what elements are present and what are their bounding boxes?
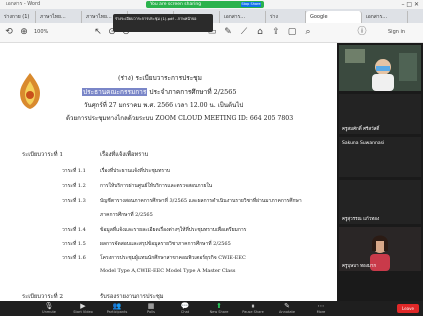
participant-name: ครูบุษบา ทองมาก — [342, 264, 377, 269]
agenda-text: ข้อมูลที่แจ้งและรายละเอียดเรื่องต่างๆให้… — [100, 227, 247, 233]
annotate-icon: ✎ — [284, 302, 290, 310]
participant-video-icon — [339, 45, 421, 91]
search-icon[interactable]: ⌕ — [302, 26, 314, 39]
stamp-icon[interactable]: ⌂ — [254, 26, 266, 39]
leave-button[interactable]: Leave — [397, 304, 419, 313]
poll-icon: ▦ — [147, 302, 155, 310]
window-title: เอกสาร - Word — [6, 1, 41, 7]
participant-name: Sakuna Suwannasi — [342, 141, 385, 146]
tab-8-active[interactable]: Google — [306, 11, 362, 23]
tab-1[interactable]: ร่างกาย (1) — [0, 11, 36, 23]
video-icon: ▶ — [80, 302, 86, 310]
help-icon[interactable]: ⓘ — [356, 26, 368, 39]
zoom-level[interactable]: 100% — [34, 27, 48, 38]
pen-icon[interactable]: ✎ — [222, 26, 234, 39]
participants-button[interactable]: 👥 Participants — [106, 302, 128, 315]
share-banner-text: You are screen sharing — [150, 2, 202, 7]
agenda-text: การให้บริการผ่านศูนย์ให้บริการและตรวจสอบ… — [100, 183, 213, 189]
file-tooltip: ร่างระเบียบวาระการประชุม (1).pdf - ภาพหน… — [113, 14, 213, 32]
polls-button[interactable]: ▦ Polls — [140, 302, 162, 315]
forward-icon[interactable]: ⊕ — [18, 26, 30, 39]
doc-date-line: วันศุกร์ที่ 27 มกราคม พ.ศ. 2566 เวลา 12.… — [84, 102, 244, 109]
pause-icon: ⏸ — [251, 302, 255, 310]
agenda-text: ผลการจัดสอบและสรุปข้อมูลรายวิชาภาคการศึก… — [100, 241, 231, 247]
agenda-label: วาระที่ 1.4 — [62, 227, 86, 233]
zoom-participant-panel: ครูสมศักดิ์ ศรีสวัสดิ์ Sakuna Suwannasi … — [337, 43, 423, 301]
agenda-label: วาระที่ 1.5 — [62, 241, 86, 247]
pdf-document[interactable]: (ร่าง) ระเบียบวาระการประชุม ประธานคณะกรร… — [0, 43, 337, 301]
new-share-button[interactable]: ⬆ New Share — [208, 302, 230, 315]
more-icon: ⋯ — [317, 302, 325, 310]
stop-share-button[interactable]: Stop Share — [241, 2, 261, 7]
pause-share-button[interactable]: ⏸ Pause Share — [242, 302, 264, 315]
agenda-text: รับรองรายงานการประชุม — [100, 294, 164, 300]
agenda-label: ระเบียบวาระที่ 1 — [22, 152, 64, 158]
participant-tile-self[interactable] — [339, 45, 421, 91]
signin-link[interactable]: Sign in — [388, 27, 405, 38]
participant-tile[interactable]: ครูสมศักดิ์ ศรีสวัสดิ์ — [339, 94, 421, 134]
agenda-label: ระเบียบวาระที่ 2 — [22, 294, 64, 300]
agenda-text: บัญชีตารางสอนภาคการศึกษาที่ 3/2565 และผล… — [100, 198, 302, 204]
tab-6[interactable]: เอกสาร... — [220, 11, 266, 23]
screen-share-banner: You are screen sharing Stop Share — [146, 1, 264, 8]
share-icon[interactable]: ⇪ — [270, 26, 282, 39]
tab-2[interactable]: ภาษาไทย... — [36, 11, 82, 23]
doc-zoom-line: ด้วยการประชุมทางไกลด้วยระบบ ZOOM CLOUD M… — [66, 115, 294, 122]
share-screen-icon: ⬆ — [216, 302, 222, 310]
chat-button[interactable]: 💬 Chat — [174, 302, 196, 315]
agenda-label: วาระที่ 1.6 — [62, 255, 86, 261]
selected-text-highlight: ประธานคณะกรรมการ — [82, 88, 148, 96]
participant-tile[interactable]: ครูบุษบา ทองมาก — [339, 227, 421, 271]
doc-heading: (ร่าง) ระเบียบวาระการประชุม — [118, 74, 202, 82]
more-button[interactable]: ⋯ More — [310, 302, 332, 315]
agenda-text: เรื่องที่แจ้งเพื่อทราบ — [100, 152, 149, 158]
participant-tile[interactable]: Sakuna Suwannasi — [339, 137, 421, 177]
title-bar: เอกสาร - Word You are screen sharing Sto… — [0, 0, 423, 9]
window-controls[interactable]: – □ ✕ — [401, 0, 419, 9]
tab-7[interactable]: ร่าง — [266, 11, 306, 23]
agenda-text: โครงการประชุมผู้แทนนักศึกษาสาขาคอมพิวเตอ… — [100, 255, 246, 261]
agenda-label: วาระที่ 1.3 — [62, 198, 86, 204]
unmute-button[interactable]: 🎙 Unmute — [38, 302, 60, 315]
university-logo-icon — [20, 73, 40, 109]
back-icon[interactable]: ⟲ — [3, 26, 15, 39]
agenda-label: วาระที่ 1.2 — [62, 183, 86, 189]
doc-title-line: ประธานคณะกรรมการ ประจำภาคการศึกษาที่ 2/2… — [82, 87, 237, 97]
participant-tile[interactable]: ครูสุวรรณ แก้วทอง — [339, 180, 421, 224]
participant-name: ครูสมศักดิ์ ศรีสวัสดิ์ — [342, 127, 380, 132]
agenda-text: เรื่องที่ประธานแจ้งที่ประชุมทราบ — [100, 168, 171, 174]
cursor-icon[interactable]: ↖ — [92, 26, 104, 39]
agenda-text: ภาคการศึกษาที่ 2/2565 — [100, 212, 153, 218]
copy-icon[interactable]: ▢ — [286, 26, 298, 39]
tab-9[interactable]: เอกสาร... — [362, 11, 408, 23]
video-button[interactable]: ▶ Start Video — [72, 302, 94, 315]
chat-icon: 💬 — [180, 302, 190, 310]
agenda-label: วาระที่ 1.1 — [62, 168, 86, 174]
people-icon: 👥 — [112, 302, 122, 310]
doc-title-rest: ประจำภาคการศึกษาที่ 2/2565 — [149, 88, 237, 96]
mic-icon: 🎙 — [44, 302, 54, 310]
participant-name: ครูสุวรรณ แก้วทอง — [342, 217, 380, 222]
agenda-text: Model Type A,CWIE-EEC Model Type A Maste… — [100, 268, 236, 274]
highlight-icon[interactable]: ⟋ — [238, 26, 250, 39]
zoom-control-bar: 🎙 Unmute ▶ Start Video 👥 Participants ▦ … — [0, 301, 423, 316]
annotate-button[interactable]: ✎ Annotate — [276, 302, 298, 315]
